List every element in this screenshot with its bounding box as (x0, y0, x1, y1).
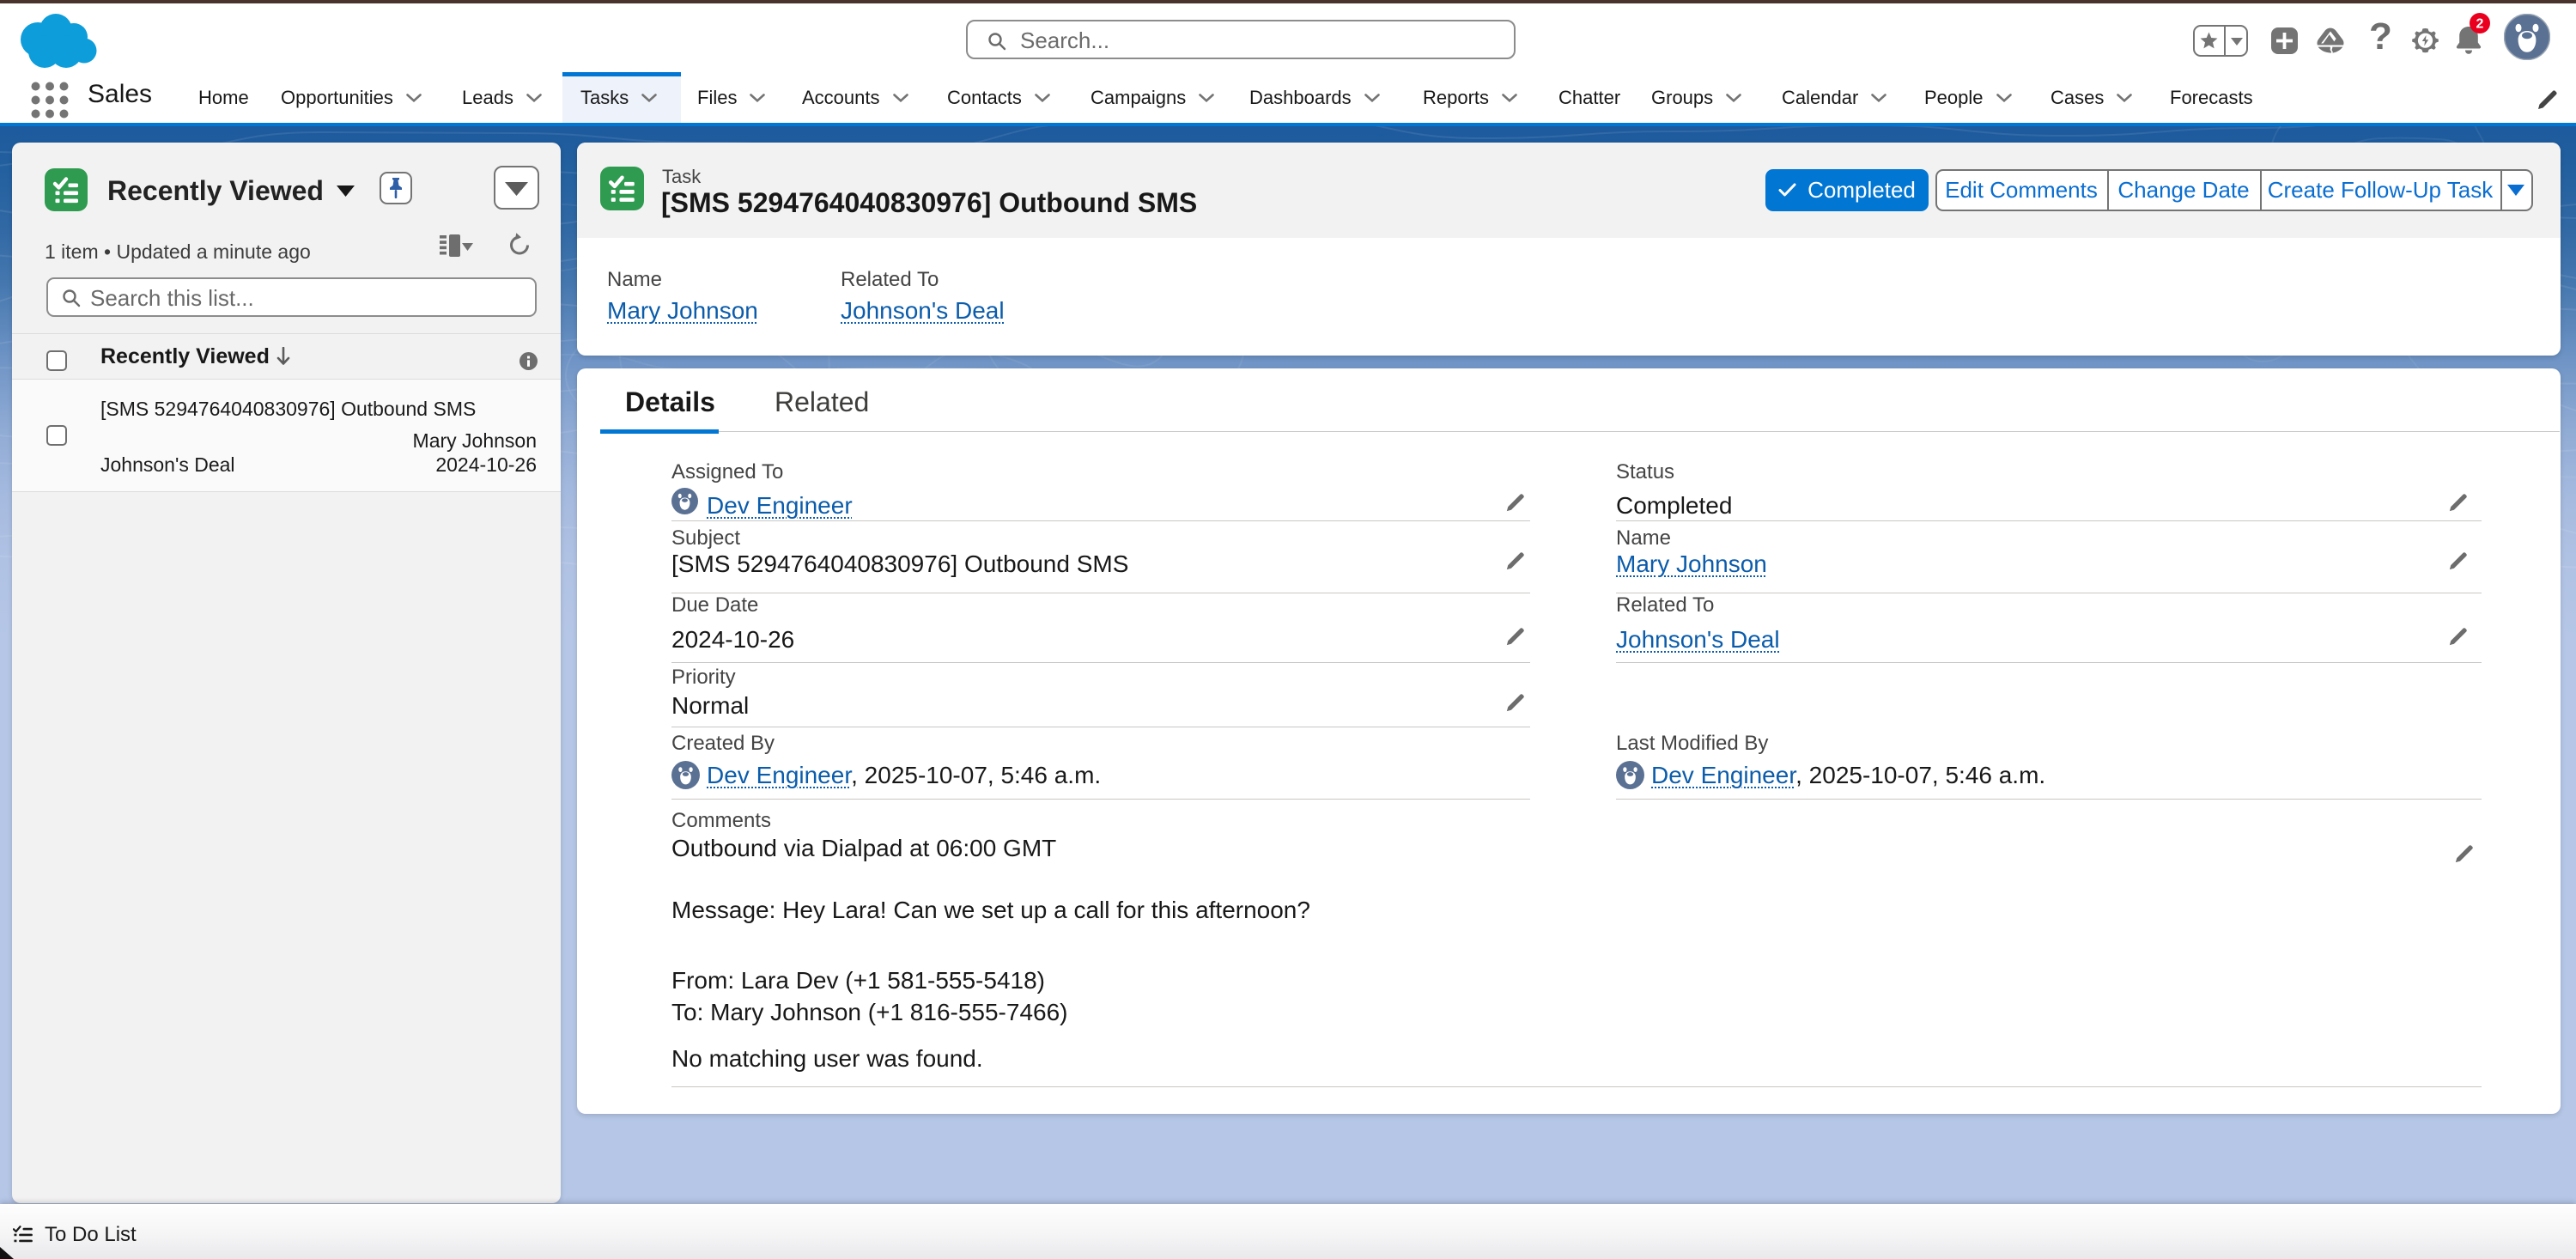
svg-text:2: 2 (2476, 17, 2484, 32)
